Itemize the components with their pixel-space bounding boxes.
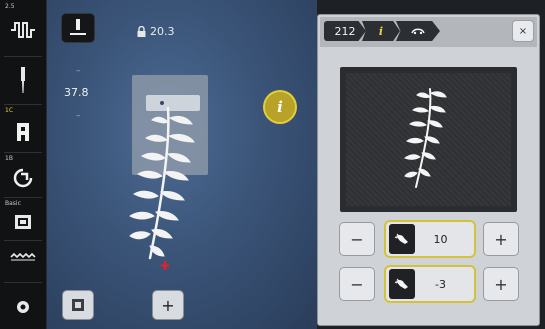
position-value: 37.8 bbox=[64, 86, 89, 99]
fern-design[interactable] bbox=[118, 100, 198, 270]
basic-settings-icon bbox=[15, 215, 31, 229]
hand-touch-icon bbox=[389, 269, 415, 299]
settings-gear-icon bbox=[17, 301, 29, 313]
settings-button[interactable] bbox=[0, 294, 46, 320]
stitch-width-tag: 2.5 bbox=[5, 3, 15, 10]
add-button[interactable]: + bbox=[153, 291, 183, 319]
decrease-button-1[interactable]: − bbox=[340, 223, 374, 255]
increase-button-1[interactable]: + bbox=[484, 223, 518, 255]
stitch-width-button[interactable] bbox=[0, 12, 46, 48]
value-field-1[interactable]: 10 bbox=[386, 222, 474, 256]
info-icon: i bbox=[277, 98, 283, 116]
needle-position-button[interactable] bbox=[62, 14, 94, 42]
hoop-icon bbox=[72, 299, 84, 311]
value-2: -3 bbox=[435, 277, 446, 291]
crumb-hoop-view[interactable] bbox=[396, 21, 440, 41]
needle-button[interactable] bbox=[0, 60, 46, 100]
feed-dog-button[interactable] bbox=[0, 244, 46, 270]
left-toolbar: 2.5 1C 1B Basic bbox=[0, 0, 47, 329]
dash-top: – bbox=[76, 66, 81, 76]
thread-tension-button[interactable] bbox=[0, 162, 46, 194]
hoop-view-icon bbox=[411, 28, 425, 35]
size-value: 20.3 bbox=[150, 25, 175, 38]
embroidery-screen: 2.5 1C 1B Basic 20.3 – 37.8 – ✚ i + 212 … bbox=[0, 0, 545, 329]
info-panel: 212 i × − 10 + − -3 + bbox=[317, 14, 540, 326]
basic-tag: Basic bbox=[5, 200, 21, 207]
stitch-width-icon bbox=[11, 22, 35, 38]
crumb-info[interactable]: i bbox=[362, 21, 400, 41]
size-readout: 20.3 bbox=[137, 25, 175, 38]
crumb-pattern-number[interactable]: 212 bbox=[324, 21, 366, 41]
decrease-button-2[interactable]: − bbox=[340, 268, 374, 300]
basic-settings-button[interactable] bbox=[0, 208, 46, 236]
needle-icon bbox=[21, 67, 25, 93]
design-preview bbox=[340, 67, 517, 212]
dash-bottom: – bbox=[76, 111, 81, 121]
lock-icon bbox=[137, 26, 146, 37]
needle-position-icon bbox=[70, 19, 86, 35]
value-field-2[interactable]: -3 bbox=[386, 267, 474, 301]
tension-tag: 1B bbox=[5, 155, 13, 162]
close-button[interactable]: × bbox=[513, 21, 533, 41]
thread-tension-icon bbox=[13, 168, 33, 188]
preview-fern bbox=[403, 88, 447, 188]
presser-foot-button[interactable] bbox=[0, 114, 46, 150]
feed-dog-icon bbox=[10, 252, 36, 261]
increase-button-2[interactable]: + bbox=[484, 268, 518, 300]
value-1: 10 bbox=[433, 232, 448, 246]
presser-foot-icon bbox=[17, 123, 29, 141]
hand-touch-icon bbox=[389, 224, 415, 254]
needle-position-marker: ✚ bbox=[160, 259, 171, 273]
presser-foot-tag: 1C bbox=[5, 107, 14, 114]
info-button[interactable]: i bbox=[265, 92, 295, 122]
hoop-select-button[interactable] bbox=[63, 291, 93, 319]
